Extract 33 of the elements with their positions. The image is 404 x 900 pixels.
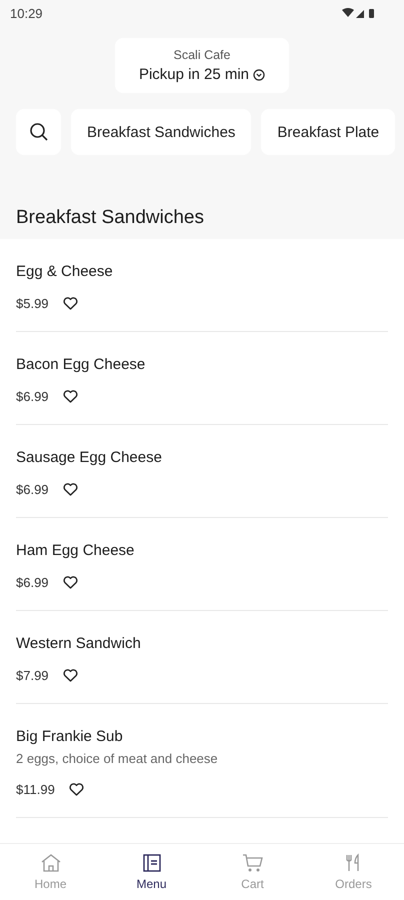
item-name[interactable]: Ham Egg Cheese: [16, 542, 388, 559]
cart-icon: [242, 853, 264, 873]
store-name: Scali Cafe: [174, 48, 230, 62]
heart-icon[interactable]: [68, 783, 84, 796]
item-price: $6.99: [16, 482, 49, 497]
item-name[interactable]: Sausage Egg Cheese: [16, 449, 388, 466]
item-price: $6.99: [16, 389, 49, 404]
chevron-down-icon: [253, 68, 266, 80]
item-name[interactable]: Bacon Egg Cheese: [16, 356, 388, 373]
item-name[interactable]: Big Frankie Sub: [16, 728, 388, 745]
item-price: $6.99: [16, 575, 49, 590]
section-title: Breakfast Sandwiches: [15, 207, 205, 230]
search-icon: [28, 122, 48, 142]
item-name[interactable]: Western Sandwich: [16, 635, 388, 652]
heart-icon[interactable]: [62, 576, 78, 589]
item-price: $7.99: [16, 668, 49, 683]
heart-icon[interactable]: [62, 297, 78, 310]
nav-tab[interactable]: Menu: [101, 844, 202, 900]
heart-icon[interactable]: [62, 390, 78, 403]
pickup-time: Pickup in 25 min: [138, 66, 250, 83]
home-icon: [40, 853, 62, 873]
menu-book-icon: [142, 853, 162, 873]
category-chip[interactable]: Breakfast Sandwiches: [71, 109, 252, 155]
search-button[interactable]: [16, 109, 61, 155]
heart-icon[interactable]: [62, 483, 78, 496]
item-description: 2 eggs, choice of meat and cheese: [16, 751, 219, 766]
item-name[interactable]: Egg & Cheese: [16, 263, 388, 280]
heart-icon[interactable]: [62, 669, 78, 682]
item-price: $11.99: [16, 782, 55, 797]
pickup-card[interactable]: Scali Cafe Pickup in 25 min: [115, 38, 289, 93]
status-time: 10:29: [10, 6, 43, 20]
category-chip[interactable]: Breakfast Plate: [261, 109, 396, 155]
item-price: $5.99: [16, 296, 49, 311]
